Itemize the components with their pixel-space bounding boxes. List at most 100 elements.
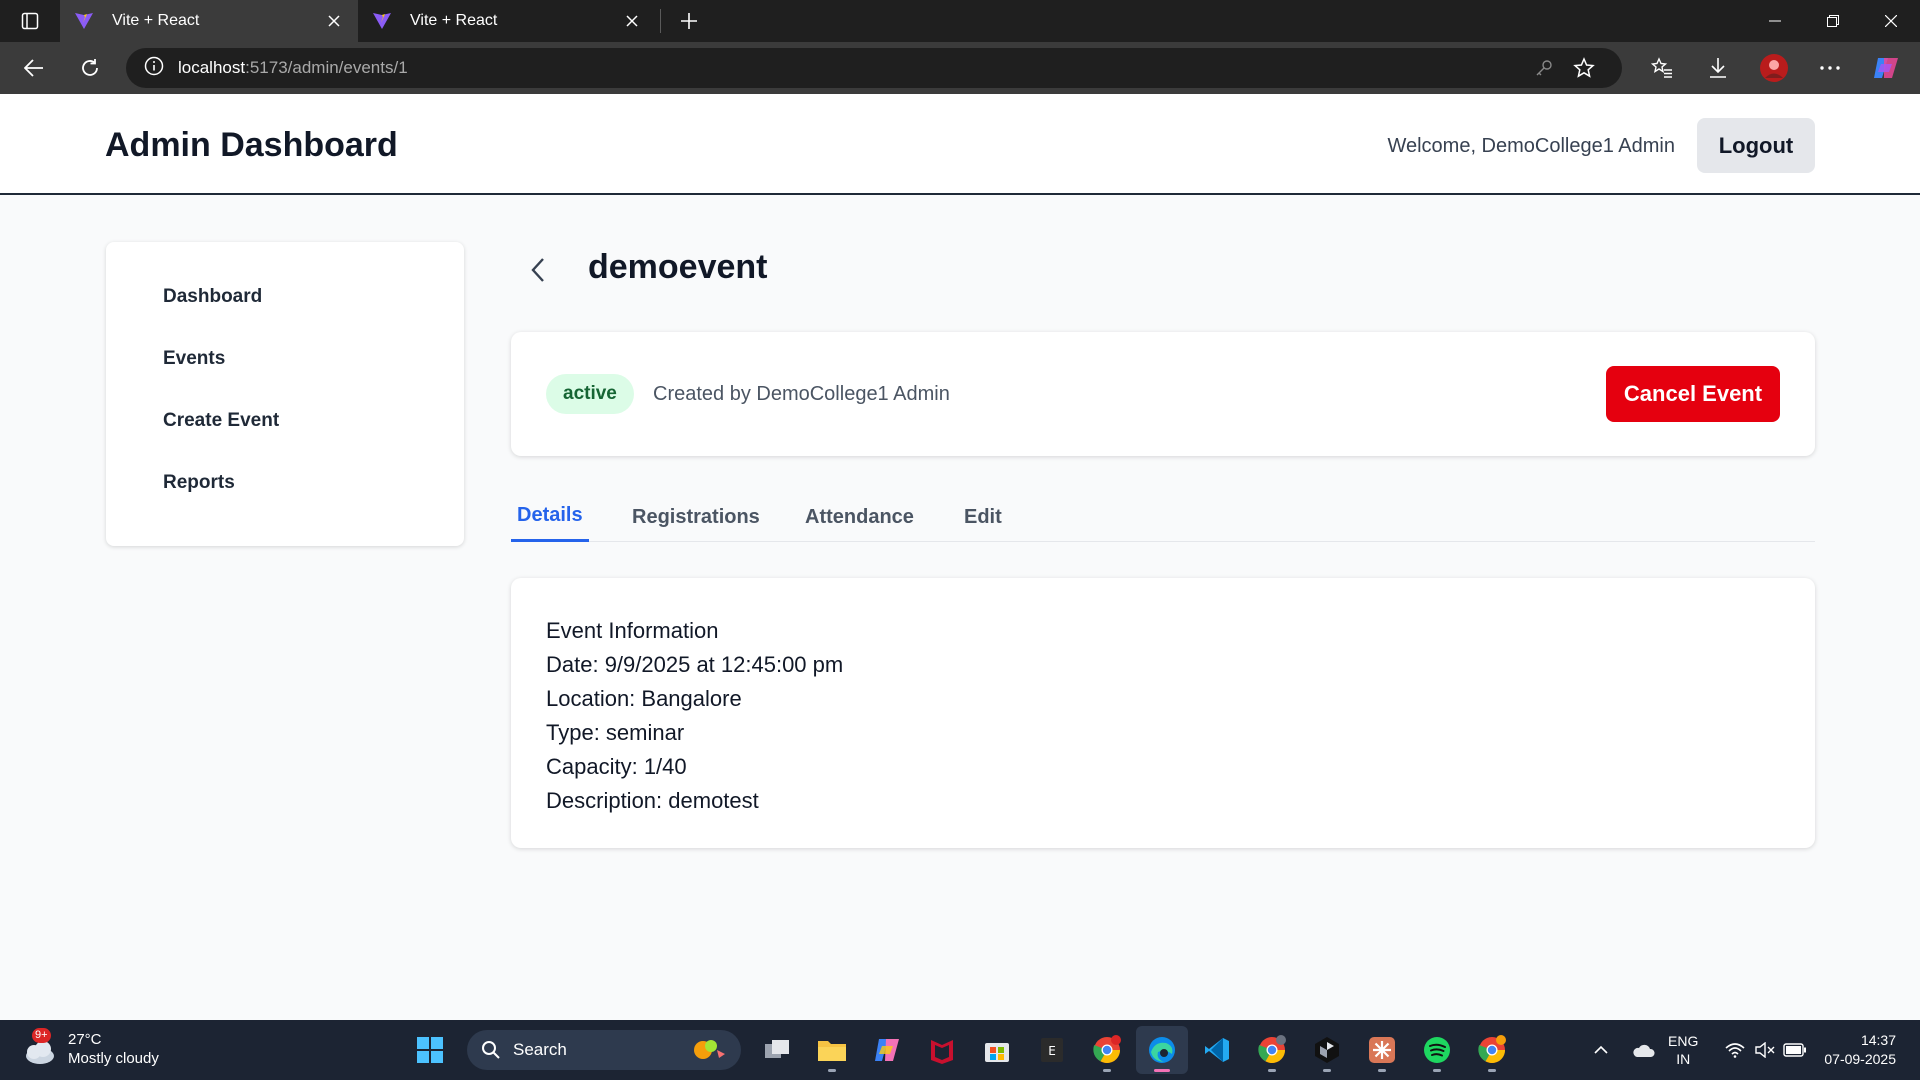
system-tray: ENG IN 14:37 07-09-2025 <box>1586 1020 1920 1080</box>
favorite-star-icon[interactable] <box>1564 48 1604 88</box>
sidebar-nav: Dashboard Events Create Event Reports <box>106 242 464 546</box>
status-badge: active <box>546 374 634 414</box>
sidebar-item-events[interactable]: Events <box>106 328 464 390</box>
running-indicator <box>1103 1069 1111 1072</box>
cursor-app-icon[interactable] <box>1301 1026 1353 1074</box>
tab-edit[interactable]: Edit <box>958 492 1008 542</box>
clock-date: 07-09-2025 <box>1824 1051 1896 1067</box>
task-view-icon[interactable] <box>751 1026 803 1074</box>
svg-text:E: E <box>1048 1044 1056 1058</box>
weather-condition: Mostly cloudy <box>68 1050 159 1067</box>
url-bar[interactable]: localhost:5173/admin/events/1 <box>126 48 1622 88</box>
tab-registrations[interactable]: Registrations <box>626 492 766 542</box>
download-icon[interactable] <box>1690 42 1746 94</box>
clock-time: 14:37 <box>1860 1032 1896 1048</box>
temperature: 27°C <box>68 1031 102 1048</box>
copilot-app-icon[interactable] <box>861 1026 913 1074</box>
reload-icon[interactable] <box>62 42 118 94</box>
page-title: Admin Dashboard <box>105 126 398 164</box>
running-indicator <box>1488 1069 1496 1072</box>
browser-tab[interactable]: Vite + React <box>358 0 656 42</box>
event-tabs: Details Registrations Attendance Edit <box>511 492 1815 542</box>
lang-region: IN <box>1676 1051 1691 1067</box>
copilot-icon[interactable] <box>1858 42 1914 94</box>
minimize-icon[interactable] <box>1746 0 1804 42</box>
lang-code: ENG <box>1668 1033 1699 1049</box>
close-tab-icon[interactable] <box>622 11 642 31</box>
cancel-event-button[interactable]: Cancel Event <box>1606 366 1780 422</box>
wifi-icon[interactable] <box>1720 1042 1750 1058</box>
new-tab-icon[interactable] <box>669 0 709 42</box>
favorites-icon[interactable] <box>1634 42 1690 94</box>
restore-icon[interactable] <box>1804 0 1862 42</box>
file-explorer-icon[interactable] <box>806 1026 858 1074</box>
tab-attendance[interactable]: Attendance <box>799 492 920 542</box>
back-chevron-icon[interactable] <box>523 252 553 288</box>
tab-divider <box>660 9 661 33</box>
site-info-icon[interactable] <box>144 56 164 81</box>
more-options-icon[interactable] <box>1802 42 1858 94</box>
event-status-card: active Created by DemoCollege1 Admin Can… <box>511 332 1815 456</box>
volume-muted-icon[interactable] <box>1750 1042 1780 1058</box>
taskbar-search[interactable]: Search <box>467 1030 741 1070</box>
details-heading: Event Information <box>546 618 719 643</box>
sidebar-item-reports[interactable]: Reports <box>106 452 464 514</box>
browser-tools <box>1634 42 1914 94</box>
taskbar-apps: Search E <box>404 1020 1521 1080</box>
system-clock[interactable]: 14:37 07-09-2025 <box>1824 1031 1896 1069</box>
chrome-profile-icon[interactable] <box>1246 1026 1298 1074</box>
vite-favicon-icon <box>74 11 94 31</box>
vscode-icon[interactable] <box>1191 1026 1243 1074</box>
browser-tab-active[interactable]: Vite + React <box>60 0 358 42</box>
browser-tab-bar: Vite + React Vite + React <box>0 0 1920 42</box>
details-capacity: Capacity: 1/40 <box>546 754 687 779</box>
chrome-profile-2-icon[interactable] <box>1466 1026 1518 1074</box>
weather-badge: 9+ <box>32 1028 51 1043</box>
running-indicator <box>1433 1069 1441 1072</box>
search-placeholder: Search <box>513 1040 567 1059</box>
claude-app-icon[interactable] <box>1356 1026 1408 1074</box>
tab-title: Vite + React <box>112 12 200 29</box>
url-text[interactable]: localhost:5173/admin/events/1 <box>178 58 1524 78</box>
created-by-text: Created by DemoCollege1 Admin <box>653 383 950 405</box>
microsoft-store-icon[interactable] <box>971 1026 1023 1074</box>
running-indicator <box>828 1069 836 1072</box>
app-header: Admin Dashboard Welcome, DemoCollege1 Ad… <box>0 94 1920 195</box>
onedrive-cloud-icon[interactable] <box>1628 1042 1658 1058</box>
edge-icon[interactable] <box>1136 1026 1188 1074</box>
profile-avatar[interactable] <box>1746 42 1802 94</box>
running-indicator <box>1378 1069 1386 1072</box>
start-windows-icon[interactable] <box>404 1026 456 1074</box>
weather-widget[interactable]: 9+ 27°C Mostly cloudy <box>18 1028 159 1070</box>
url-host: localhost <box>178 58 246 77</box>
sidebar-item-dashboard[interactable]: Dashboard <box>106 266 464 328</box>
spotify-icon[interactable] <box>1411 1026 1463 1074</box>
input-language[interactable]: ENG IN <box>1668 1032 1698 1068</box>
vite-favicon-icon <box>372 11 392 31</box>
chrome-icon[interactable] <box>1081 1026 1133 1074</box>
tab-title: Vite + React <box>410 12 498 29</box>
close-window-icon[interactable] <box>1862 0 1920 42</box>
url-path: :5173/admin/events/1 <box>245 58 408 77</box>
running-indicator <box>1323 1069 1331 1072</box>
battery-icon[interactable] <box>1780 1043 1810 1057</box>
event-details-card: Event Information Date: 9/9/2025 at 12:4… <box>511 578 1815 848</box>
address-toolbar: localhost:5173/admin/events/1 <box>0 42 1920 94</box>
windows-taskbar: 9+ 27°C Mostly cloudy Search E ENG IN 14… <box>0 1020 1920 1080</box>
tab-details[interactable]: Details <box>511 492 589 542</box>
close-tab-icon[interactable] <box>324 11 344 31</box>
chevron-up-icon[interactable] <box>1586 1045 1616 1055</box>
details-location: Location: Bangalore <box>546 686 742 711</box>
details-type: Type: seminar <box>546 720 685 745</box>
logout-button[interactable]: Logout <box>1697 118 1815 173</box>
back-arrow-icon[interactable] <box>6 42 62 94</box>
tab-actions-icon[interactable] <box>0 0 60 42</box>
search-highlight-icon <box>694 1040 725 1059</box>
sidebar-item-create-event[interactable]: Create Event <box>106 390 464 452</box>
mcafee-icon[interactable] <box>916 1026 968 1074</box>
details-description: Description: demotest <box>546 788 759 813</box>
epic-games-icon[interactable]: E <box>1026 1026 1078 1074</box>
running-indicator <box>1154 1069 1170 1072</box>
search-icon <box>482 1041 500 1059</box>
key-icon[interactable] <box>1524 48 1564 88</box>
